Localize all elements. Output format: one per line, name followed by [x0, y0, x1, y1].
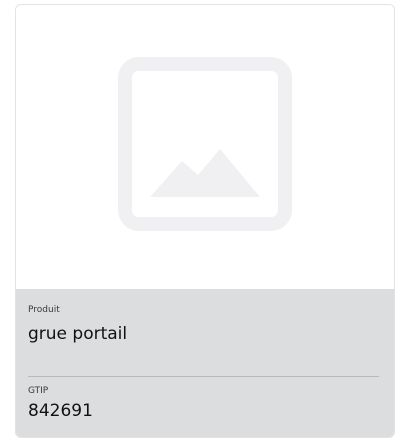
product-label: Produit — [28, 305, 60, 315]
image-placeholder-icon — [118, 57, 292, 231]
product-card[interactable]: Produit grue portail GTIP 842691 — [15, 4, 395, 438]
product-info-panel: Produit grue portail GTIP 842691 — [16, 289, 394, 437]
field-divider — [28, 376, 379, 377]
product-image-area — [16, 5, 394, 289]
gtip-label: GTIP — [28, 386, 49, 396]
gtip-code: 842691 — [28, 401, 93, 421]
product-name: grue portail — [28, 324, 128, 344]
